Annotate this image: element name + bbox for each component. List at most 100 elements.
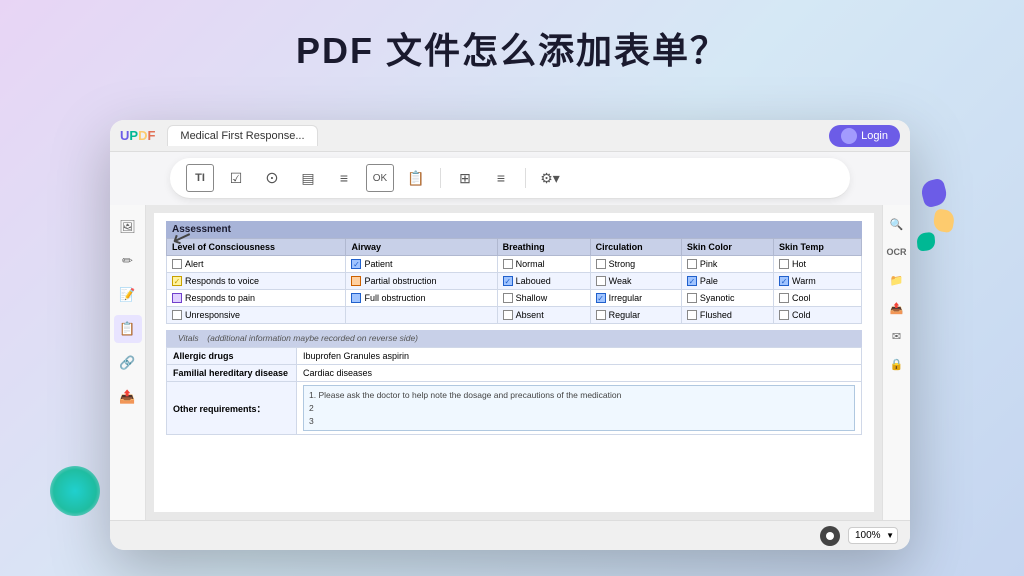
skin-color-flushed[interactable]: Flushed [687,310,768,320]
cb-weak[interactable] [596,276,606,286]
tool-settings-icon[interactable]: ⚙▾ [536,164,564,192]
col-skin-color: Skin Color [681,239,773,256]
breathing-shallow-cell: Shallow [497,290,590,307]
tool-align-icon[interactable]: ≡ [487,164,515,192]
vitals-value-allergic: Ibuprofen Granules aspirin [297,348,862,365]
sidebar-link-icon[interactable]: 🔗 [114,349,142,377]
loc-pain[interactable]: Responds to pain [172,293,340,303]
tool-grid-icon[interactable]: ⊞ [451,164,479,192]
tool-lines-icon[interactable]: ≡ [330,164,358,192]
breathing-normal[interactable]: Normal [503,259,585,269]
cb-unresponsive[interactable] [172,310,182,320]
skin-temp-cool[interactable]: Cool [779,293,856,303]
airway-patient[interactable]: ✓ Patient [351,259,491,269]
other-req-line-1: 1. Please ask the doctor to help note th… [309,389,849,402]
cb-syanotic[interactable] [687,293,697,303]
skin-color-pink-cell: Pink [681,256,773,273]
login-button[interactable]: Login [829,125,900,147]
cb-cool[interactable] [779,293,789,303]
deco-colorful-blobs [904,180,964,250]
tool-text-icon[interactable]: TI [186,164,214,192]
toolbar-separator2 [525,168,526,188]
cb-laboued[interactable]: ✓ [503,276,513,286]
tool-ok-icon[interactable]: OK [366,164,394,192]
sidebar-edit-icon[interactable]: ✏ [114,247,142,275]
skin-temp-warm[interactable]: ✓ Warm [779,276,856,286]
right-mail-icon[interactable]: ✉ [886,325,908,347]
airway-partial[interactable]: Partial obstruction [351,276,491,286]
col-airway: Airway [346,239,497,256]
cb-alert[interactable] [172,259,182,269]
cb-voice[interactable]: ✓ [172,276,182,286]
breathing-absent[interactable]: Absent [503,310,585,320]
cb-full[interactable] [351,293,361,303]
vitals-value-hereditary: Cardiac diseases [297,365,862,382]
skin-color-syanotic[interactable]: Syanotic [687,293,768,303]
cb-hot[interactable] [779,259,789,269]
tool-doc-icon[interactable]: 📋 [402,164,430,192]
vitals-header: Vitals (additional information maybe rec… [166,330,862,347]
breathing-laboued[interactable]: ✓ Laboued [503,276,585,286]
vitals-label-hereditary: Familial hereditary disease [167,365,297,382]
right-lock-icon[interactable]: 🔒 [886,353,908,375]
sidebar-page-icon[interactable]: 🖼 [114,213,142,241]
cb-regular[interactable] [596,310,606,320]
vitals-table: Allergic drugs Ibuprofen Granules aspiri… [166,347,862,435]
skin-color-pale-cell: ✓ Pale [681,273,773,290]
zoom-select[interactable]: 100% 75% 125% 150% [848,527,898,544]
skin-color-flushed-cell: Flushed [681,307,773,324]
col-breathing: Breathing [497,239,590,256]
cb-pale[interactable]: ✓ [687,276,697,286]
sidebar-export-icon[interactable]: 📤 [114,383,142,411]
deco-teal-blob [50,466,100,516]
skin-color-pale[interactable]: ✓ Pale [687,276,768,286]
vitals-value-other: 1. Please ask the doctor to help note th… [297,382,862,435]
circulation-weak[interactable]: Weak [596,276,676,286]
cb-warm[interactable]: ✓ [779,276,789,286]
circulation-irregular[interactable]: ✓ Irregular [596,293,676,303]
loc-alert[interactable]: Alert [172,259,340,269]
tab-medical[interactable]: Medical First Response... [167,125,317,146]
airway-full[interactable]: Full obstruction [351,293,491,303]
sidebar-form-icon[interactable]: 📋 [114,315,142,343]
assessment-header: Assessment [166,221,862,238]
tool-checkbox-icon[interactable]: ☑ [222,164,250,192]
cb-flushed[interactable] [687,310,697,320]
zoom-wrapper: 100% 75% 125% 150% ▼ [848,527,898,544]
breathing-shallow[interactable]: Shallow [503,293,585,303]
vitals-row-hereditary: Familial hereditary disease Cardiac dise… [167,365,862,382]
loc-voice[interactable]: ✓ Responds to voice [172,276,340,286]
skin-color-pink[interactable]: Pink [687,259,768,269]
right-share-icon[interactable]: 📤 [886,297,908,319]
cb-pink[interactable] [687,259,697,269]
page-indicator[interactable] [820,526,840,546]
skin-temp-hot-cell: Hot [774,256,862,273]
cb-absent[interactable] [503,310,513,320]
cb-patient[interactable]: ✓ [351,259,361,269]
cb-cold[interactable] [779,310,789,320]
cb-irregular[interactable]: ✓ [596,293,606,303]
right-file-icon[interactable]: 📁 [886,269,908,291]
loc-alert-cell: Alert [167,256,346,273]
skin-temp-cold[interactable]: Cold [779,310,856,320]
skin-temp-hot[interactable]: Hot [779,259,856,269]
circulation-regular[interactable]: Regular [596,310,676,320]
tool-list-icon[interactable]: ▤ [294,164,322,192]
deco-blob1 [919,177,949,208]
circulation-strong[interactable]: Strong [596,259,676,269]
bottom-bar: 100% 75% 125% 150% ▼ [110,520,910,550]
cb-strong[interactable] [596,259,606,269]
cb-shallow[interactable] [503,293,513,303]
tool-radio-icon[interactable]: ⊙ [258,164,286,192]
right-sidebar: 🔍 OCR 📁 📤 ✉ 🔒 [882,205,910,520]
sidebar-note-icon[interactable]: 📝 [114,281,142,309]
tab-bar: Medical First Response... [167,125,829,146]
cb-normal[interactable] [503,259,513,269]
other-req-box: 1. Please ask the doctor to help note th… [303,385,855,431]
toolbar-separator [440,168,441,188]
top-bar: UPDF Medical First Response... Login [110,120,910,152]
cb-partial[interactable] [351,276,361,286]
loc-unresponsive[interactable]: Unresponsive [172,310,340,320]
breathing-normal-cell: Normal [497,256,590,273]
cb-pain[interactable] [172,293,182,303]
